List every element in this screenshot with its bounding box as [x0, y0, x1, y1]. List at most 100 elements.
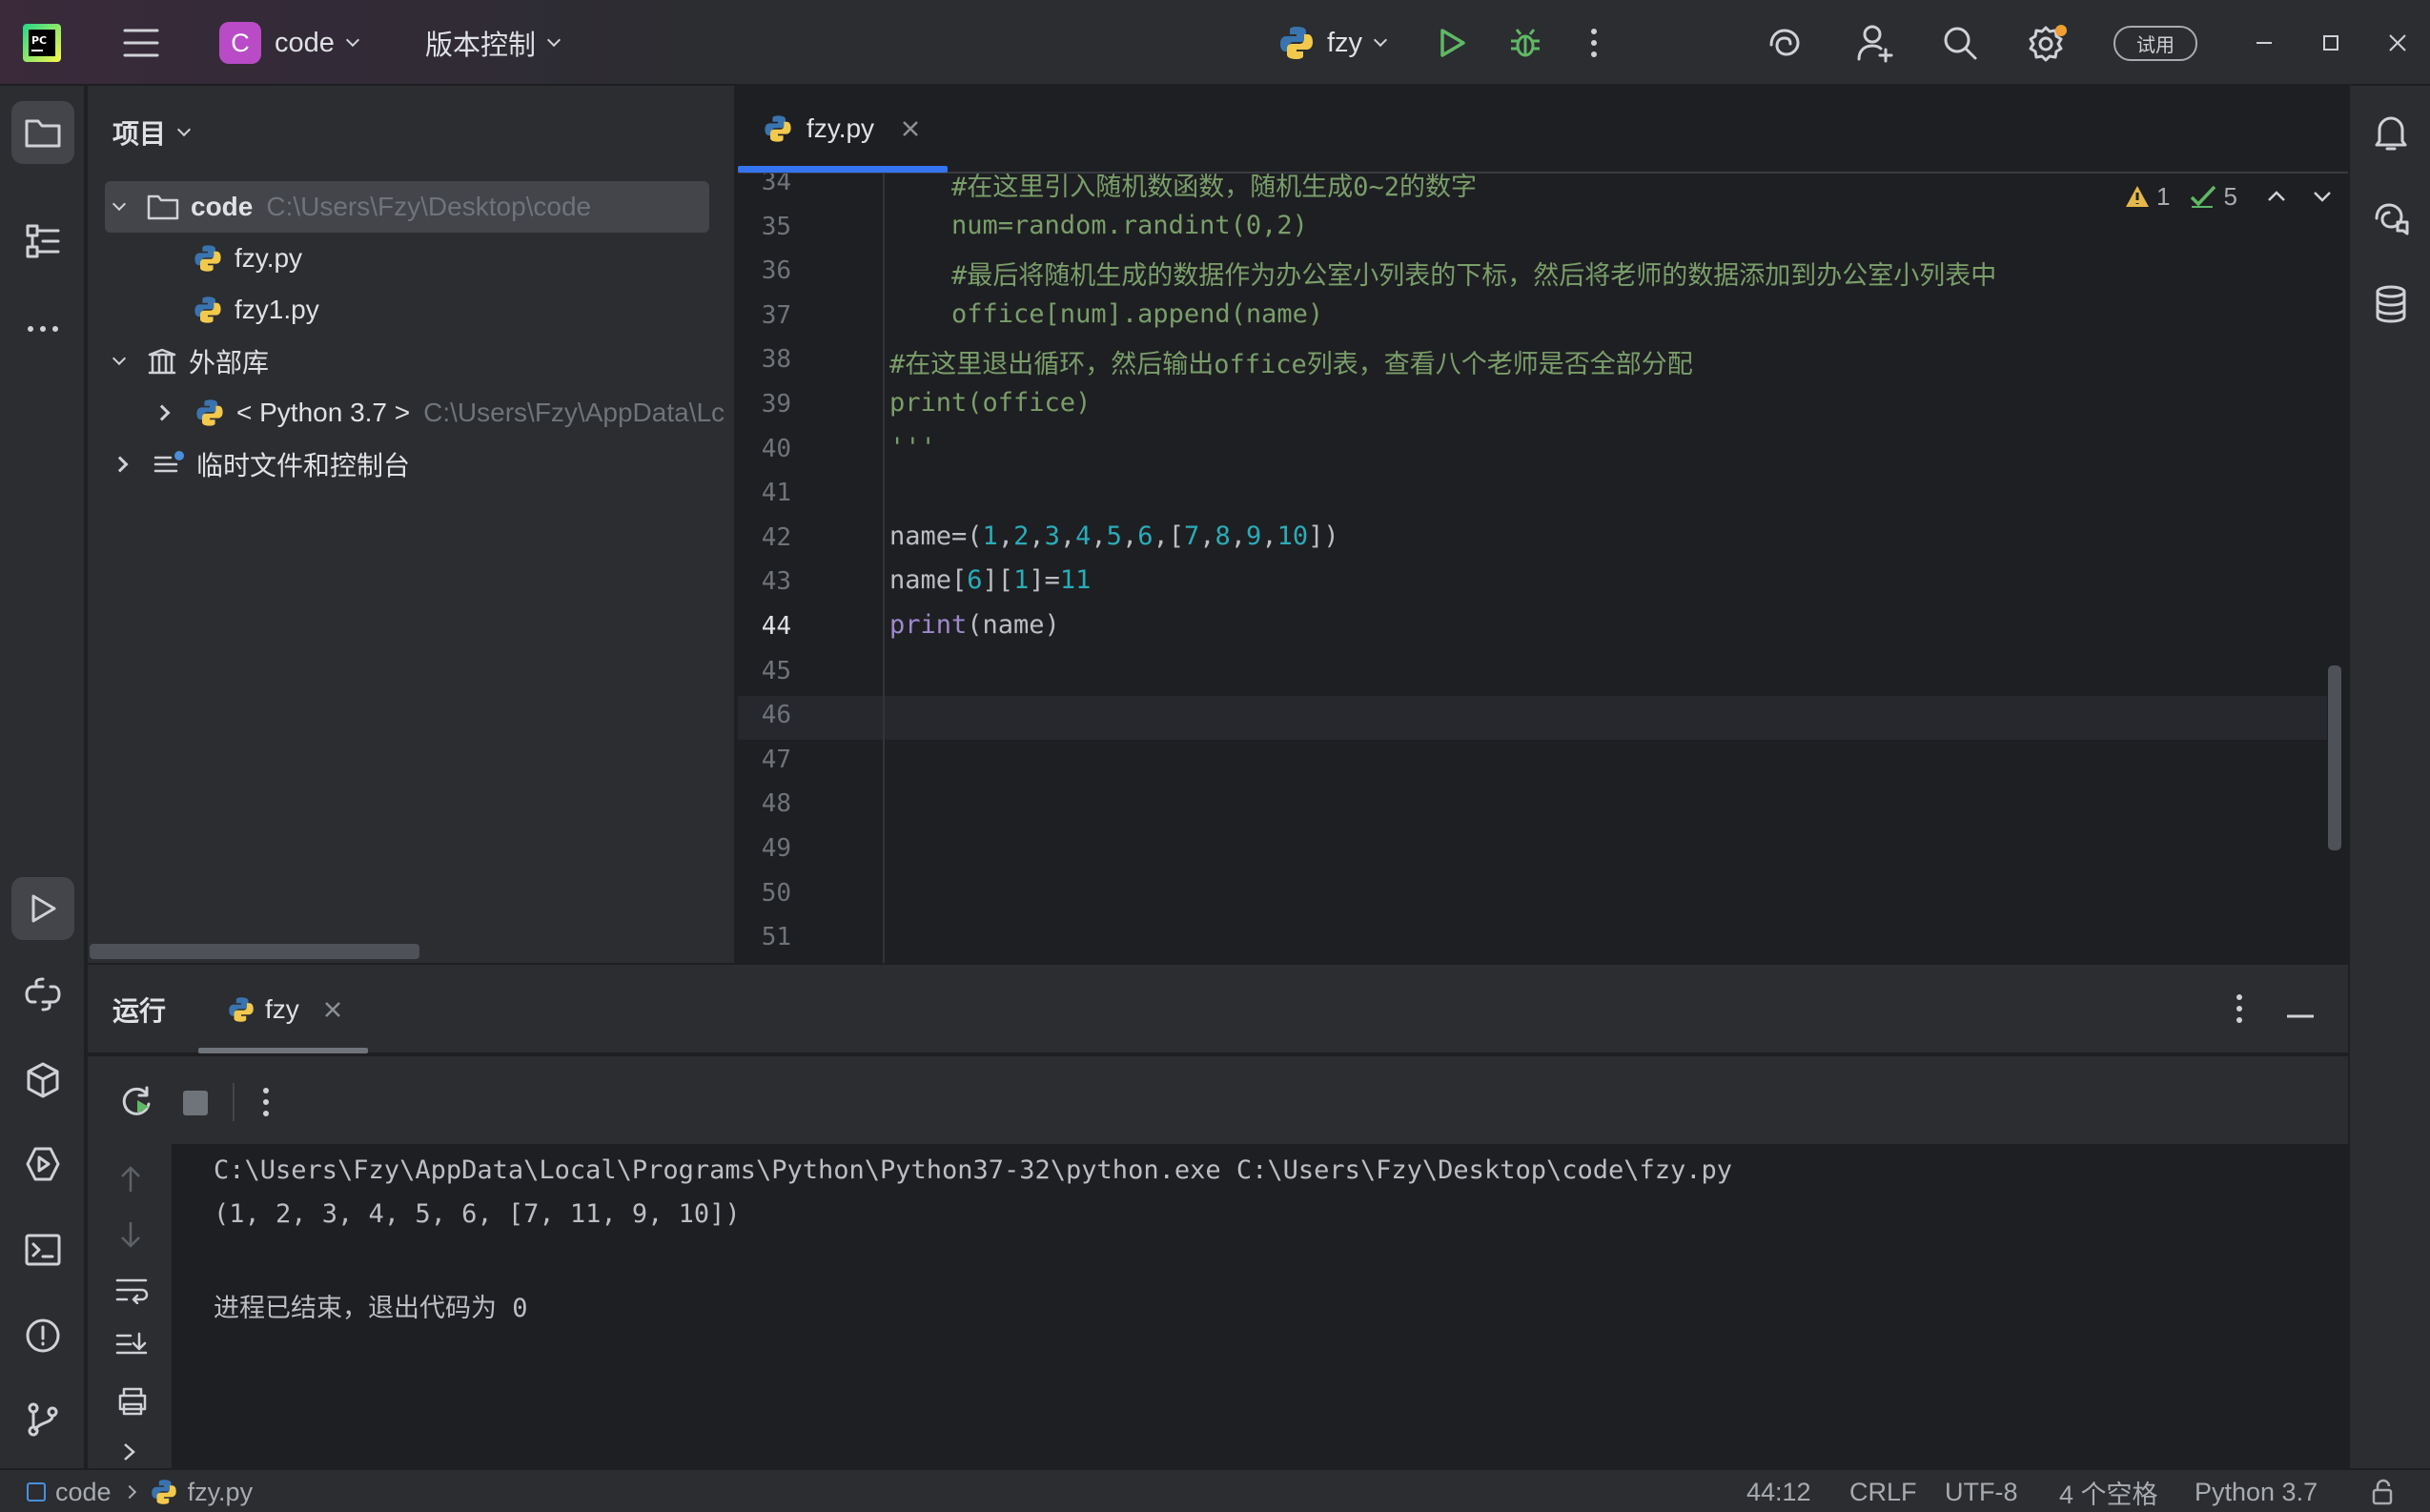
lock-icon[interactable]	[2368, 1470, 2397, 1512]
line-separator[interactable]: CRLF	[1849, 1470, 1917, 1512]
inspection-widget[interactable]: 1 5	[2124, 179, 2333, 214]
rerun-button[interactable]	[120, 1085, 154, 1124]
settings-gear-icon[interactable]	[2027, 0, 2069, 86]
debug-button[interactable]	[1508, 0, 1542, 86]
maximize-button[interactable]	[2320, 0, 2341, 86]
scroll-up-icon[interactable]	[118, 1165, 143, 1198]
code-view[interactable]: 34 #在这里引入随机数函数，随机生成0~2的数字 35 num=random.r…	[738, 174, 2348, 963]
active-tab-indicator	[738, 166, 948, 173]
line-number[interactable]: 36	[738, 256, 791, 285]
terminal-button[interactable]	[11, 1218, 74, 1281]
file-name: fzy1.py	[235, 295, 319, 324]
breadcrumb-project[interactable]: code	[55, 1478, 112, 1507]
line-number[interactable]: 48	[738, 789, 791, 818]
line-number[interactable]: 35	[738, 213, 791, 241]
file-encoding[interactable]: UTF-8	[1945, 1470, 2018, 1512]
minimize-button[interactable]	[2254, 0, 2275, 86]
close-tab-icon[interactable]	[901, 119, 920, 138]
tree-file-fzy1[interactable]: fzy1.py	[193, 284, 319, 336]
code-line[interactable]: #最后将随机生成的数据作为办公室小列表的下标，然后将老师的数据添加到办公室小列表…	[889, 255, 1996, 292]
line-number[interactable]: 41	[738, 479, 791, 507]
line-number[interactable]: 51	[738, 923, 791, 951]
soft-wrap-icon[interactable]	[114, 1276, 149, 1309]
scroll-to-end-icon[interactable]	[114, 1331, 149, 1364]
chevron-up-icon[interactable]	[2266, 190, 2287, 203]
more-actions-icon[interactable]	[1588, 0, 1600, 86]
main-menu-icon[interactable]	[122, 0, 160, 86]
line-number[interactable]: 42	[738, 523, 791, 552]
database-button[interactable]	[2359, 273, 2422, 336]
code-line[interactable]: name[6][1]=11	[889, 565, 1091, 595]
run-tool-button[interactable]	[11, 877, 74, 940]
tree-file-fzy[interactable]: fzy.py	[193, 233, 302, 284]
more-tools-button[interactable]	[11, 297, 74, 360]
vcs-menu[interactable]: 版本控制	[425, 0, 562, 86]
python-interpreter[interactable]: Python 3.7	[2195, 1470, 2318, 1512]
search-icon[interactable]	[1941, 0, 1979, 86]
vertical-scrollbar[interactable]	[2328, 665, 2341, 850]
python-packages-button[interactable]	[11, 1049, 74, 1112]
project-panel-header[interactable]: 项目	[112, 107, 192, 158]
code-line[interactable]: print(name)	[889, 610, 1060, 640]
tree-python-sdk[interactable]: < Python 3.7 > C:\Users\Fzy\AppData\Lc	[153, 387, 725, 439]
line-number[interactable]: 50	[738, 879, 791, 908]
add-user-icon[interactable]	[1855, 0, 1895, 86]
line-number[interactable]: 34	[738, 174, 791, 196]
print-icon[interactable]	[116, 1386, 149, 1421]
close-tab-icon[interactable]	[324, 1001, 341, 1018]
line-number[interactable]: 45	[738, 657, 791, 685]
line-number[interactable]: 47	[738, 746, 791, 774]
structure-tool-button[interactable]	[11, 210, 74, 273]
code-line[interactable]: num=random.randint(0,2)	[889, 211, 1308, 240]
line-number[interactable]: 39	[738, 390, 791, 419]
problems-button[interactable]	[11, 1304, 74, 1367]
tree-external-libraries[interactable]: 外部库	[112, 336, 269, 387]
code-line[interactable]: '''	[889, 433, 936, 462]
run-tab-fzy[interactable]: fzy	[227, 965, 341, 1054]
line-number[interactable]: 46	[738, 701, 791, 729]
line-number[interactable]: 49	[738, 834, 791, 863]
project-switcher[interactable]: C code	[219, 0, 359, 86]
close-window-button[interactable]	[2387, 0, 2408, 86]
ai-assistant-icon[interactable]	[1766, 0, 1804, 86]
tree-root-code[interactable]: code C:\Users\Fzy\Desktop\code	[112, 181, 591, 233]
git-button[interactable]	[11, 1388, 74, 1451]
line-number[interactable]: 38	[738, 345, 791, 374]
line-number[interactable]: 44	[738, 612, 791, 641]
project-tool-button[interactable]	[11, 101, 74, 164]
run-panel-options-icon[interactable]	[2235, 993, 2244, 1029]
run-config-selector[interactable]: fzy	[1277, 0, 1388, 86]
editor-tab-fzy[interactable]: fzy.py	[763, 86, 920, 172]
run-more-icon[interactable]	[261, 1087, 271, 1122]
caret-position[interactable]: 44:12	[1746, 1470, 1811, 1512]
indent-setting[interactable]: 4 个空格	[2059, 1470, 2158, 1512]
horizontal-scrollbar[interactable]	[90, 944, 419, 959]
services-button[interactable]	[11, 1133, 74, 1195]
code-line[interactable]: #在这里退出循环，然后输出office列表，查看八个老师是否全部分配	[889, 343, 1693, 380]
scroll-down-icon[interactable]	[118, 1220, 143, 1254]
run-button[interactable]	[1436, 0, 1468, 86]
python-console-button[interactable]	[11, 963, 74, 1026]
line-number[interactable]: 40	[738, 435, 791, 463]
line-number[interactable]: 37	[738, 301, 791, 330]
pycharm-logo-icon[interactable]: PC	[23, 0, 61, 86]
code-line[interactable]: name=(1,2,3,4,5,6,[7,8,9,10])	[889, 521, 1339, 551]
console-output[interactable]: C:\Users\Fzy\AppData\Local\Programs\Pyth…	[174, 1144, 2348, 1468]
notifications-button[interactable]	[2359, 101, 2422, 164]
expand-more-icon[interactable]	[122, 1441, 137, 1467]
hide-panel-icon[interactable]	[2286, 1007, 2315, 1024]
chevron-down-icon[interactable]	[2312, 190, 2333, 203]
console-line: C:\Users\Fzy\AppData\Local\Programs\Pyth…	[214, 1155, 1733, 1185]
breadcrumb-file[interactable]: fzy.py	[188, 1478, 254, 1507]
trial-badge[interactable]: 试用	[2113, 0, 2197, 86]
run-panel: 运行 fzy C:\Users\Fzy\AppData\Local\Progra…	[88, 965, 2348, 1468]
left-tool-window-bar	[0, 86, 86, 1468]
code-line[interactable]: #在这里引入随机数函数，随机生成0~2的数字	[889, 174, 1477, 203]
toolbar-separator	[233, 1083, 235, 1121]
code-line[interactable]: office[num].append(name)	[889, 299, 1323, 329]
code-line[interactable]: print(office)	[889, 388, 1091, 418]
ai-chat-button[interactable]	[2359, 187, 2422, 250]
tree-scratches[interactable]: 临时文件和控制台	[112, 439, 410, 490]
line-number[interactable]: 43	[738, 567, 791, 596]
stop-icon[interactable]	[183, 1091, 208, 1115]
